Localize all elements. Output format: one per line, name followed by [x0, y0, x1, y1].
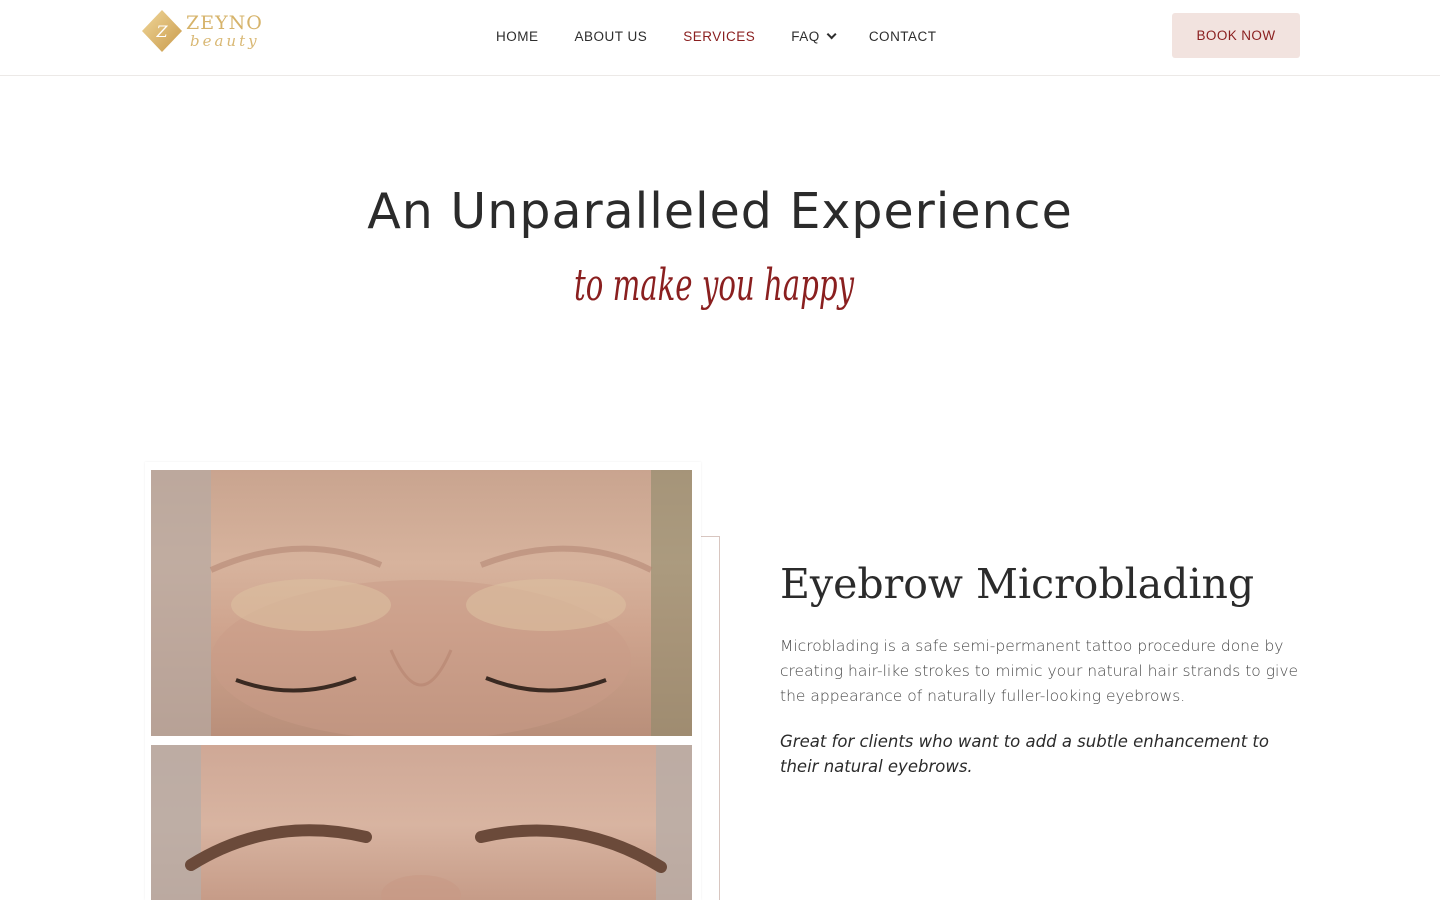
logo-tagline: beauty	[190, 32, 260, 50]
nav-contact[interactable]: CONTACT	[869, 29, 937, 44]
logo-mark-icon: Z	[142, 10, 182, 52]
book-now-button[interactable]: BOOK NOW	[1172, 13, 1300, 58]
nav-services[interactable]: SERVICES	[683, 29, 755, 44]
script-subtitle: to make you happy	[574, 260, 855, 311]
service-description: Microblading is a safe semi-permanent ta…	[780, 637, 1299, 705]
svg-text:Z: Z	[155, 22, 168, 41]
page-title: An Unparalleled Experience	[367, 183, 1073, 240]
nav-about-us[interactable]: ABOUT US	[575, 29, 648, 44]
after-image	[151, 745, 692, 900]
service-highlight: Great for clients who want to add a subt…	[780, 732, 1269, 776]
nav-faq[interactable]: FAQ	[791, 28, 837, 44]
nav-home[interactable]: HOME	[496, 29, 539, 44]
before-image	[151, 470, 692, 736]
main-nav: HOME ABOUT US SERVICES FAQ CONTACT	[478, 0, 955, 72]
service-title: Eyebrow Microblading	[780, 560, 1255, 608]
svg-text:to make you happy: to make you happy	[574, 260, 855, 311]
logo-wordmark: ZEYNO	[186, 12, 263, 34]
chevron-down-icon	[826, 28, 837, 39]
logo[interactable]: Z ZEYNO beauty	[140, 8, 264, 66]
site-header: Z ZEYNO beauty HOME ABOUT US SERVICES FA…	[0, 0, 1440, 76]
nav-faq-label: FAQ	[791, 28, 820, 44]
before-after-photo	[145, 462, 701, 900]
decorative-frame	[700, 536, 720, 900]
